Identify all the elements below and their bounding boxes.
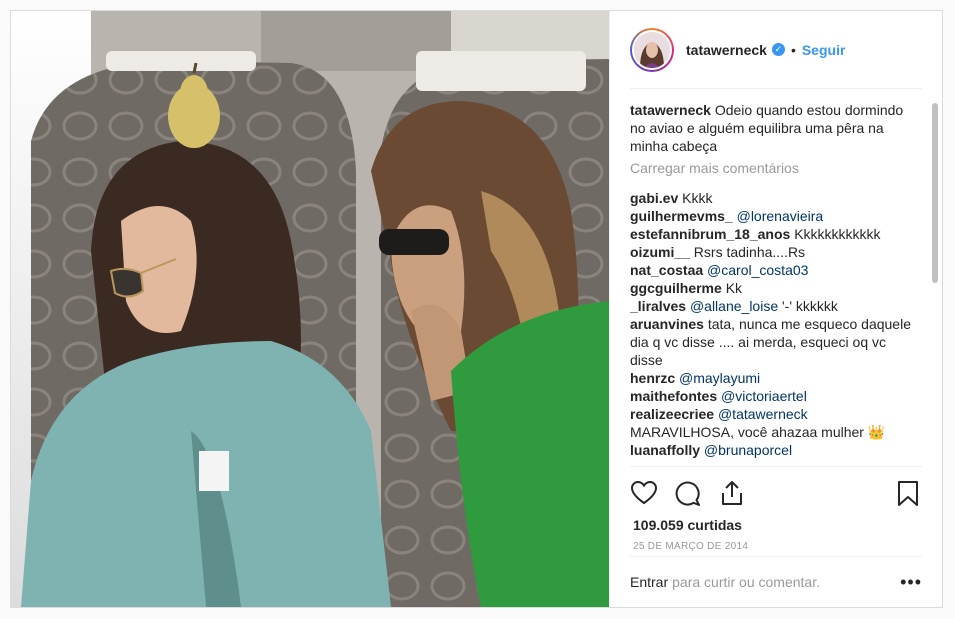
comment-item: estefannibrum_18_anos Kkkkkkkkkkkk <box>630 225 922 243</box>
bookmark-icon[interactable] <box>894 479 922 507</box>
login-prompt-text: para curtir ou comentar. <box>672 574 820 590</box>
verified-badge-icon: ✓ <box>771 43 785 56</box>
comments-scrollbar[interactable] <box>932 101 938 463</box>
comment-username[interactable]: gabi.ev <box>630 190 678 206</box>
comment-mention[interactable]: @maylayumi <box>679 370 760 386</box>
comment-mention[interactable]: @carol_costa03 <box>707 262 808 278</box>
likes-count[interactable]: 109.059 curtidas <box>633 517 742 533</box>
comment-item: gabi.ev Kkkk <box>630 189 922 207</box>
comment-text: MARAVILHOSA, você ahazaa mulher 👑 <box>630 424 886 440</box>
scrollbar-thumb[interactable] <box>932 103 938 283</box>
comment-mention[interactable]: @tatawerneck <box>718 406 808 422</box>
avatar[interactable] <box>630 27 674 72</box>
comment-text: '-' kkkkkk <box>782 298 838 314</box>
comment-username[interactable]: ggcguilherme <box>630 280 722 296</box>
follow-button[interactable]: Seguir <box>802 42 846 58</box>
comment-item: oizumi__ Rsrs tadinha....Rs <box>630 243 922 261</box>
comment-text: Kkkk <box>682 190 713 206</box>
more-options-icon[interactable]: ••• <box>900 572 922 593</box>
comment-item: _liralves @allane_loise '-' kkkkkk <box>630 297 922 315</box>
comment-item: nat_costaa @carol_costa03 <box>630 261 922 279</box>
instagram-post: tatawerneck ✓ • Seguir tatawerneck Odeio… <box>10 10 943 608</box>
share-icon[interactable] <box>718 479 746 507</box>
comment-mention[interactable]: @lorenavieira <box>737 208 824 224</box>
comment-username[interactable]: _liralves <box>630 298 686 314</box>
caption-username[interactable]: tatawerneck <box>630 102 711 118</box>
post-date[interactable]: 25 DE MARÇO DE 2014 <box>633 541 748 552</box>
comment-item: aruanvines tata, nunca me esqueco daquel… <box>630 315 922 369</box>
comment-item: maithefontes @victoriaertel <box>630 387 922 405</box>
avatar-image <box>632 29 672 70</box>
comment-text: Kk <box>725 280 743 296</box>
comment-item: realizeecriee @tatawerneck <box>630 405 922 423</box>
comment-icon[interactable] <box>674 479 702 507</box>
comment-rows: gabi.ev Kkkk guilhermevms_ @lorenavieira e… <box>630 189 922 459</box>
comment-text: Kkkkkkkkkkkk <box>794 226 881 242</box>
comment-username[interactable]: realizeecriee <box>630 406 714 422</box>
comment-item: henrzc @maylayumi <box>630 369 922 387</box>
comment-item: MARAVILHOSA, você ahazaa mulher 👑 <box>630 423 922 441</box>
post-photo[interactable] <box>11 11 609 607</box>
comment-username[interactable]: guilhermevms_ <box>630 208 733 224</box>
comment-item: luanaffolly @brunaporcel <box>630 441 922 459</box>
comment-username[interactable]: nat_costaa <box>630 262 703 278</box>
comment-text: Rsrs tadinha....Rs <box>693 244 806 260</box>
comment-mention[interactable]: @brunaporcel <box>704 442 792 458</box>
post-side-panel: tatawerneck ✓ • Seguir tatawerneck Odeio… <box>609 11 942 607</box>
comment-username[interactable]: henrzc <box>630 370 675 386</box>
comment-username[interactable]: estefannibrum_18_anos <box>630 226 790 242</box>
post-photo-illustration <box>11 11 609 607</box>
comment-username[interactable]: maithefontes <box>630 388 717 404</box>
header-separator: • <box>790 41 796 58</box>
login-link[interactable]: Entrar <box>630 574 668 590</box>
comment-item: ggcguilherme Kk <box>630 279 922 297</box>
action-bar <box>630 466 922 519</box>
comment-username[interactable]: oizumi__ <box>630 244 690 260</box>
comment-mention[interactable]: @victoriaertel <box>721 388 807 404</box>
comments-list[interactable]: tatawerneck Odeio quando estou dormindo … <box>630 99 922 463</box>
header-username[interactable]: tatawerneck <box>686 42 767 58</box>
post-caption: tatawerneck Odeio quando estou dormindo … <box>630 101 922 155</box>
comment-username[interactable]: aruanvines <box>630 316 704 332</box>
comment-item: guilhermevms_ @lorenavieira <box>630 207 922 225</box>
heart-icon[interactable] <box>630 479 658 507</box>
load-more-comments-button[interactable]: Carregar mais comentários <box>630 159 922 177</box>
comment-mention[interactable]: @allane_loise <box>690 298 778 314</box>
comment-username[interactable]: luanaffolly <box>630 442 700 458</box>
post-header: tatawerneck ✓ • Seguir <box>630 11 922 89</box>
login-prompt: Entrar para curtir ou comentar. ••• <box>630 556 922 607</box>
